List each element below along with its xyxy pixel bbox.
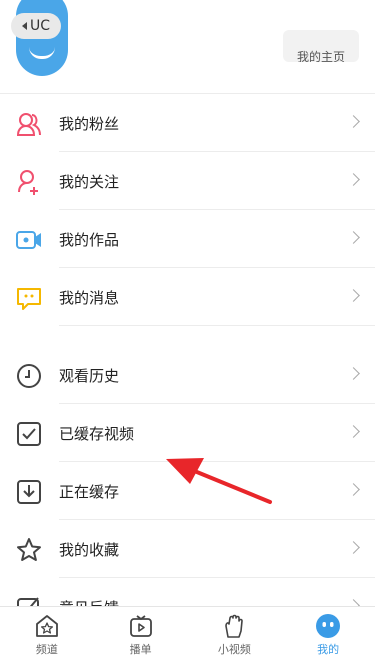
menu-item-favorites[interactable]: 我的收藏 xyxy=(0,520,375,578)
menu-item-follow[interactable]: 我的关注 xyxy=(0,152,375,210)
profile-face-icon xyxy=(316,614,341,638)
tab-label: 我的 xyxy=(317,643,340,656)
tab-mine[interactable]: 我的 xyxy=(281,607,375,658)
menu-item-label: 我的关注 xyxy=(59,172,120,191)
chevron-right-icon xyxy=(347,541,360,554)
divider xyxy=(59,325,375,326)
menu-item-history[interactable]: 观看历史 xyxy=(0,346,375,404)
menu-item-label: 我的消息 xyxy=(59,288,120,307)
my-homepage-button[interactable]: 我的主页 xyxy=(283,30,359,62)
tab-short-video[interactable]: 小视频 xyxy=(188,607,282,658)
hand-icon xyxy=(225,614,244,638)
tab-label: 小视频 xyxy=(217,643,251,656)
menu-item-fans[interactable]: 我的粉丝 xyxy=(0,94,375,152)
download-icon xyxy=(17,480,41,504)
menu-group-social: 我的粉丝 我的关注 我的作品 我的消息 xyxy=(0,94,375,326)
chevron-right-icon xyxy=(347,173,360,186)
menu-item-caching[interactable]: 正在缓存 xyxy=(0,462,375,520)
message-icon xyxy=(17,288,41,310)
video-camera-icon xyxy=(16,231,41,249)
tab-label: 播单 xyxy=(129,643,152,656)
checkbox-icon xyxy=(17,422,41,446)
tab-playlist[interactable]: 播单 xyxy=(94,607,188,658)
menu-item-works[interactable]: 我的作品 xyxy=(0,210,375,268)
my-homepage-label: 我的主页 xyxy=(296,50,345,62)
menu-item-messages[interactable]: 我的消息 xyxy=(0,268,375,326)
menu-item-label: 我的收藏 xyxy=(59,540,120,559)
back-arrow-icon xyxy=(21,22,27,30)
clock-icon xyxy=(17,364,41,388)
menu-group-video: 观看历史 已缓存视频 正在缓存 我的收藏 意见反馈 xyxy=(0,346,375,636)
chevron-right-icon xyxy=(347,231,360,244)
menu-item-label: 观看历史 xyxy=(59,366,120,385)
menu-item-label: 已缓存视频 xyxy=(59,424,135,443)
chevron-right-icon xyxy=(347,483,360,496)
menu-item-label: 我的粉丝 xyxy=(59,114,120,133)
back-button[interactable]: UC xyxy=(11,13,61,39)
bottom-tab-bar: 频道 播单 小视频 我的 xyxy=(0,606,375,658)
back-label: UC xyxy=(29,18,51,34)
menu-item-cached[interactable]: 已缓存视频 xyxy=(0,404,375,462)
chevron-right-icon xyxy=(347,289,360,302)
chevron-right-icon xyxy=(347,115,360,128)
fans-icon xyxy=(16,113,41,136)
tab-label: 频道 xyxy=(35,643,58,656)
menu-item-label: 我的作品 xyxy=(59,230,120,249)
playlist-icon xyxy=(129,615,152,637)
menu-item-label: 正在缓存 xyxy=(59,482,120,501)
tab-channels[interactable]: 频道 xyxy=(0,607,94,658)
home-icon xyxy=(35,615,58,637)
follow-icon xyxy=(18,170,38,195)
chevron-right-icon xyxy=(347,367,360,380)
chevron-right-icon xyxy=(347,425,360,438)
star-icon xyxy=(17,538,41,561)
avatar-smile-icon xyxy=(29,46,55,59)
